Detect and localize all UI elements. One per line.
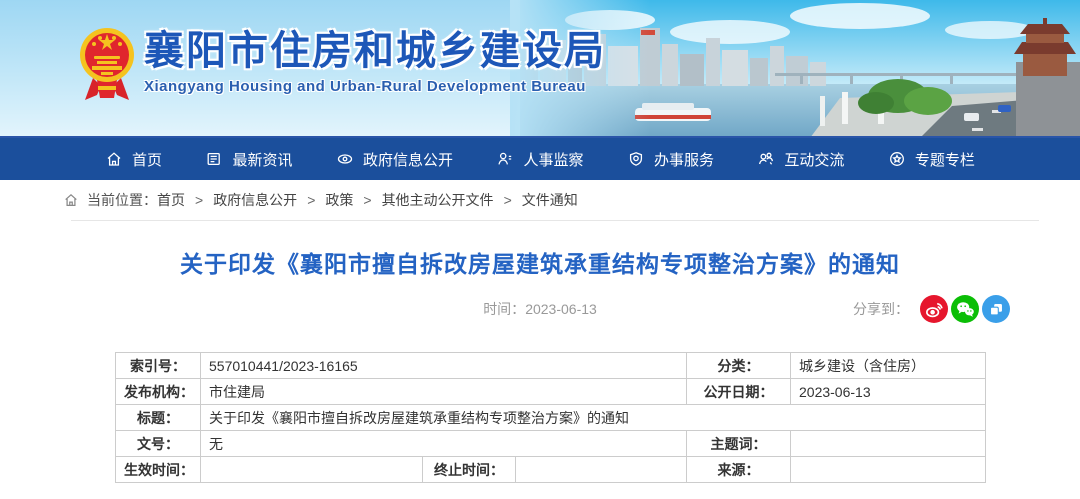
nav-item-interaction[interactable]: 互动交流	[757, 149, 844, 170]
copy-icon	[985, 298, 1007, 320]
main-nav: 首页 最新资讯 政府信息公开 人事监察 办事服务 互动交流 专题专栏	[0, 138, 1080, 180]
source-value	[791, 457, 986, 483]
wechat-share-button[interactable]	[951, 295, 979, 323]
page-title: 关于印发《襄阳市擅自拆改房屋建筑承重结构专项整治方案》的通知	[0, 245, 1080, 279]
publisher-label: 发布机构：	[116, 379, 201, 405]
table-row: 发布机构： 市住建局 公开日期： 2023-06-13	[116, 379, 986, 405]
article-meta-row: 时间：2023-06-13 分享到：	[0, 293, 1080, 325]
category-value: 城乡建设（含住房）	[791, 353, 986, 379]
nav-label: 政府信息公开	[363, 149, 453, 170]
category-label: 分类：	[687, 353, 791, 379]
header-banner: 襄阳市住房和城乡建设局 Xiangyang Housing and Urban-…	[0, 0, 1080, 138]
person-icon	[496, 150, 514, 168]
breadcrumb-link-policy[interactable]: 政策	[325, 190, 353, 210]
breadcrumb-prefix: 当前位置：	[87, 190, 157, 210]
keywords-value	[791, 431, 986, 457]
nav-label: 最新资讯	[232, 149, 292, 170]
share-label: 分享到：	[853, 299, 909, 319]
home-icon	[63, 192, 79, 208]
nav-item-personnel[interactable]: 人事监察	[496, 149, 583, 170]
site-name-english: Xiangyang Housing and Urban-Rural Develo…	[144, 78, 606, 95]
title-value: 关于印发《襄阳市擅自拆改房屋建筑承重结构专项整治方案》的通知	[201, 405, 986, 431]
publisher-value: 市住建局	[201, 379, 687, 405]
nav-item-news[interactable]: 最新资讯	[205, 149, 292, 170]
doc-number-value: 无	[201, 431, 687, 457]
breadcrumb: 当前位置： 首页 > 政府信息公开 > 政策 > 其他主动公开文件 > 文件通知	[0, 180, 1080, 220]
table-row: 标题： 关于印发《襄阳市擅自拆改房屋建筑承重结构专项整治方案》的通知	[116, 405, 986, 431]
home-icon	[105, 150, 123, 168]
site-titles: 襄阳市住房和城乡建设局 Xiangyang Housing and Urban-…	[144, 28, 606, 95]
breadcrumb-link-gov-info[interactable]: 政府信息公开	[213, 190, 297, 210]
keywords-label: 主题词：	[687, 431, 791, 457]
nav-item-special-columns[interactable]: 专题专栏	[888, 149, 975, 170]
nav-label: 专题专栏	[915, 149, 975, 170]
end-date-value	[516, 457, 687, 483]
title-label: 标题：	[116, 405, 201, 431]
weibo-share-button[interactable]	[920, 295, 948, 323]
breadcrumb-separator: >	[307, 192, 315, 208]
time-value: 2023-06-13	[525, 301, 597, 317]
breadcrumb-separator: >	[363, 192, 371, 208]
shield-icon	[627, 150, 645, 168]
people-icon	[757, 150, 775, 168]
breadcrumb-link-other-docs[interactable]: 其他主动公开文件	[382, 190, 494, 210]
publish-time: 时间：2023-06-13	[483, 299, 597, 319]
doc-number-label: 文号：	[116, 431, 201, 457]
nav-item-services[interactable]: 办事服务	[627, 149, 714, 170]
time-label: 时间：	[483, 301, 525, 317]
breadcrumb-divider	[71, 220, 1039, 221]
nav-item-home[interactable]: 首页	[105, 149, 162, 170]
nav-label: 互动交流	[784, 149, 844, 170]
site-name: 襄阳市住房和城乡建设局	[144, 28, 606, 74]
table-row: 索引号： 557010441/2023-16165 分类： 城乡建设（含住房）	[116, 353, 986, 379]
nav-item-gov-info[interactable]: 政府信息公开	[336, 149, 453, 170]
index-number-value: 557010441/2023-16165	[201, 353, 687, 379]
nav-label: 人事监察	[523, 149, 583, 170]
document-meta-table: 索引号： 557010441/2023-16165 分类： 城乡建设（含住房） …	[115, 352, 986, 483]
effective-date-label: 生效时间：	[116, 457, 201, 483]
weibo-icon	[923, 298, 945, 320]
news-icon	[205, 150, 223, 168]
index-number-label: 索引号：	[116, 353, 201, 379]
eye-icon	[336, 150, 354, 168]
copy-share-button[interactable]	[982, 295, 1010, 323]
table-row: 生效时间： 终止时间： 来源：	[116, 457, 986, 483]
breadcrumb-link-home[interactable]: 首页	[157, 190, 185, 210]
page: 襄阳市住房和城乡建设局 Xiangyang Housing and Urban-…	[0, 0, 1080, 483]
star-icon	[888, 150, 906, 168]
wechat-icon	[954, 298, 976, 320]
breadcrumb-separator: >	[504, 192, 512, 208]
nav-label: 办事服务	[654, 149, 714, 170]
effective-date-value	[201, 457, 423, 483]
publish-date-label: 公开日期：	[687, 379, 791, 405]
share-toolbar: 分享到：	[853, 295, 1010, 323]
source-label: 来源：	[687, 457, 791, 483]
table-row: 文号： 无 主题词：	[116, 431, 986, 457]
breadcrumb-separator: >	[195, 192, 203, 208]
end-date-label: 终止时间：	[423, 457, 516, 483]
publish-date-value: 2023-06-13	[791, 379, 986, 405]
national-emblem-icon	[77, 24, 137, 108]
breadcrumb-link-notices[interactable]: 文件通知	[522, 190, 578, 210]
nav-label: 首页	[132, 149, 162, 170]
